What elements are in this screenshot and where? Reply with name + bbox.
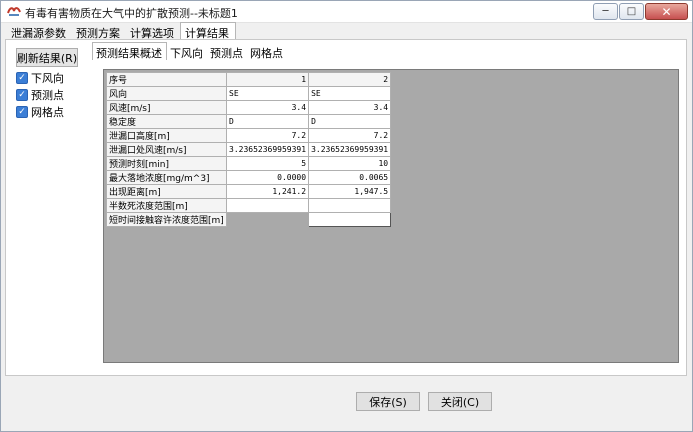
grid-cell[interactable]: 3.23652369959391: [308, 142, 392, 157]
grid-column-header: 1: [225, 72, 310, 87]
grid-cell[interactable]: SE: [225, 86, 310, 101]
row-label: 稳定度: [106, 114, 227, 129]
table-row: 出现距离[m] 1,241.2 1,947.5: [106, 184, 392, 199]
close-window-button[interactable]: ✕: [645, 3, 688, 20]
maximize-button[interactable]: □: [619, 3, 644, 20]
window-title: 有毒有害物质在大气中的扩散预测--未标题1: [25, 7, 238, 20]
grid-cell[interactable]: 3.4: [308, 100, 392, 115]
table-row: 泄漏口处风速[m/s] 3.23652369959391 3.23652369959…: [106, 142, 392, 157]
checkbox-label: 预测点: [31, 89, 64, 102]
grid-column-header: 2: [308, 72, 392, 87]
grid-cell[interactable]: 1,947.5: [308, 184, 392, 199]
tab-downwind[interactable]: 下风向: [167, 43, 207, 60]
minimize-button[interactable]: ─: [593, 3, 618, 20]
grid-cell[interactable]: [308, 212, 392, 227]
tab-result-summary[interactable]: 预测结果概述: [92, 42, 167, 60]
results-page: 刷新结果(R) ✓ 下风向 ✓ 预测点 ✓ 网格点 预测结果概述 下风向 预测点…: [5, 39, 687, 376]
grid-cell[interactable]: D: [225, 114, 310, 129]
row-label: 半数死浓度范围[m]: [106, 198, 227, 213]
tab-forecast-plan[interactable]: 预测方案: [72, 23, 126, 40]
tab-grid-points[interactable]: 网格点: [247, 43, 287, 60]
grid-cell[interactable]: 3.4: [225, 100, 310, 115]
grid-cell[interactable]: 7.2: [308, 128, 392, 143]
grid-cell[interactable]: 7.2: [225, 128, 310, 143]
checkbox-checked-icon: ✓: [16, 106, 28, 118]
main-tabs: 泄漏源参数 预测方案 计算选项 计算结果: [7, 22, 236, 40]
tab-forecast-points[interactable]: 预测点: [207, 43, 247, 60]
grid-cell[interactable]: 3.23652369959391: [225, 142, 310, 157]
grid-cell[interactable]: 0.0065: [308, 170, 392, 185]
grid-cell[interactable]: 5: [225, 156, 310, 171]
close-icon: ✕: [661, 4, 672, 19]
tab-calc-results[interactable]: 计算结果: [180, 22, 236, 40]
table-row: 短时间接触容许浓度范围[m]: [106, 212, 392, 227]
grid-cell[interactable]: SE: [308, 86, 392, 101]
table-row: 半数死浓度范围[m]: [106, 198, 392, 213]
row-label: 泄漏口处风速[m/s]: [106, 142, 227, 157]
title-bar: 有毒有害物质在大气中的扩散预测--未标题1 ─ □ ✕: [1, 1, 692, 23]
save-button[interactable]: 保存(S): [356, 392, 420, 411]
checkbox-checked-icon: ✓: [16, 89, 28, 101]
grid-header-label: 序号: [106, 72, 227, 87]
grid-cell[interactable]: [225, 198, 310, 213]
close-button[interactable]: 关闭(C): [428, 392, 492, 411]
table-row: 稳定度 D D: [106, 114, 392, 129]
table-row: 泄漏口高度[m] 7.2 7.2: [106, 128, 392, 143]
result-tabs: 预测结果概述 下风向 预测点 网格点: [92, 42, 287, 60]
results-grid-panel: 序号 1 2 风向 SE SE 风速[m/s] 3.4 3.4 稳定度 D D 泄漏口高度[m] 7…: [103, 69, 679, 363]
checkbox-label: 网格点: [31, 106, 64, 119]
table-row: 最大落地浓度[mg/m^3] 0.0000 0.0065: [106, 170, 392, 185]
checkbox-downwind[interactable]: ✓ 下风向: [16, 71, 64, 85]
table-row: 风向 SE SE: [106, 86, 392, 101]
grid-cell[interactable]: 1,241.2: [225, 184, 310, 199]
app-window: 有毒有害物质在大气中的扩散预测--未标题1 ─ □ ✕ 泄漏源参数 预测方案 计…: [0, 0, 693, 432]
row-label: 泄漏口高度[m]: [106, 128, 227, 143]
checkbox-checked-icon: ✓: [16, 72, 28, 84]
checkbox-label: 下风向: [31, 72, 64, 85]
grid-header-row: 序号 1 2: [106, 72, 392, 87]
row-label: 最大落地浓度[mg/m^3]: [106, 170, 227, 185]
tab-calc-options[interactable]: 计算选项: [126, 23, 180, 40]
row-label: 风速[m/s]: [106, 100, 227, 115]
window-controls: ─ □ ✕: [593, 3, 688, 20]
maximize-icon: □: [626, 6, 637, 17]
minimize-icon: ─: [602, 6, 609, 17]
row-label: 出现距离[m]: [106, 184, 227, 199]
refresh-results-button[interactable]: 刷新结果(R): [16, 48, 78, 67]
row-label: 短时间接触容许浓度范围[m]: [106, 212, 227, 227]
checkbox-grid-points[interactable]: ✓ 网格点: [16, 105, 64, 119]
app-logo-icon: [7, 7, 21, 16]
grid-cell[interactable]: 0.0000: [225, 170, 310, 185]
table-row: 风速[m/s] 3.4 3.4: [106, 100, 392, 115]
grid-cell[interactable]: [308, 198, 392, 213]
row-label: 预测时刻[min]: [106, 156, 227, 171]
grid-cell[interactable]: D: [308, 114, 392, 129]
results-grid: 序号 1 2 风向 SE SE 风速[m/s] 3.4 3.4 稳定度 D D 泄漏口高度[m] 7…: [106, 72, 392, 227]
row-label: 风向: [106, 86, 227, 101]
checkbox-forecast-points[interactable]: ✓ 预测点: [16, 88, 64, 102]
grid-cell: [225, 212, 310, 227]
table-row: 预测时刻[min] 5 10: [106, 156, 392, 171]
grid-cell[interactable]: 10: [308, 156, 392, 171]
tab-source-params[interactable]: 泄漏源参数: [7, 23, 72, 40]
